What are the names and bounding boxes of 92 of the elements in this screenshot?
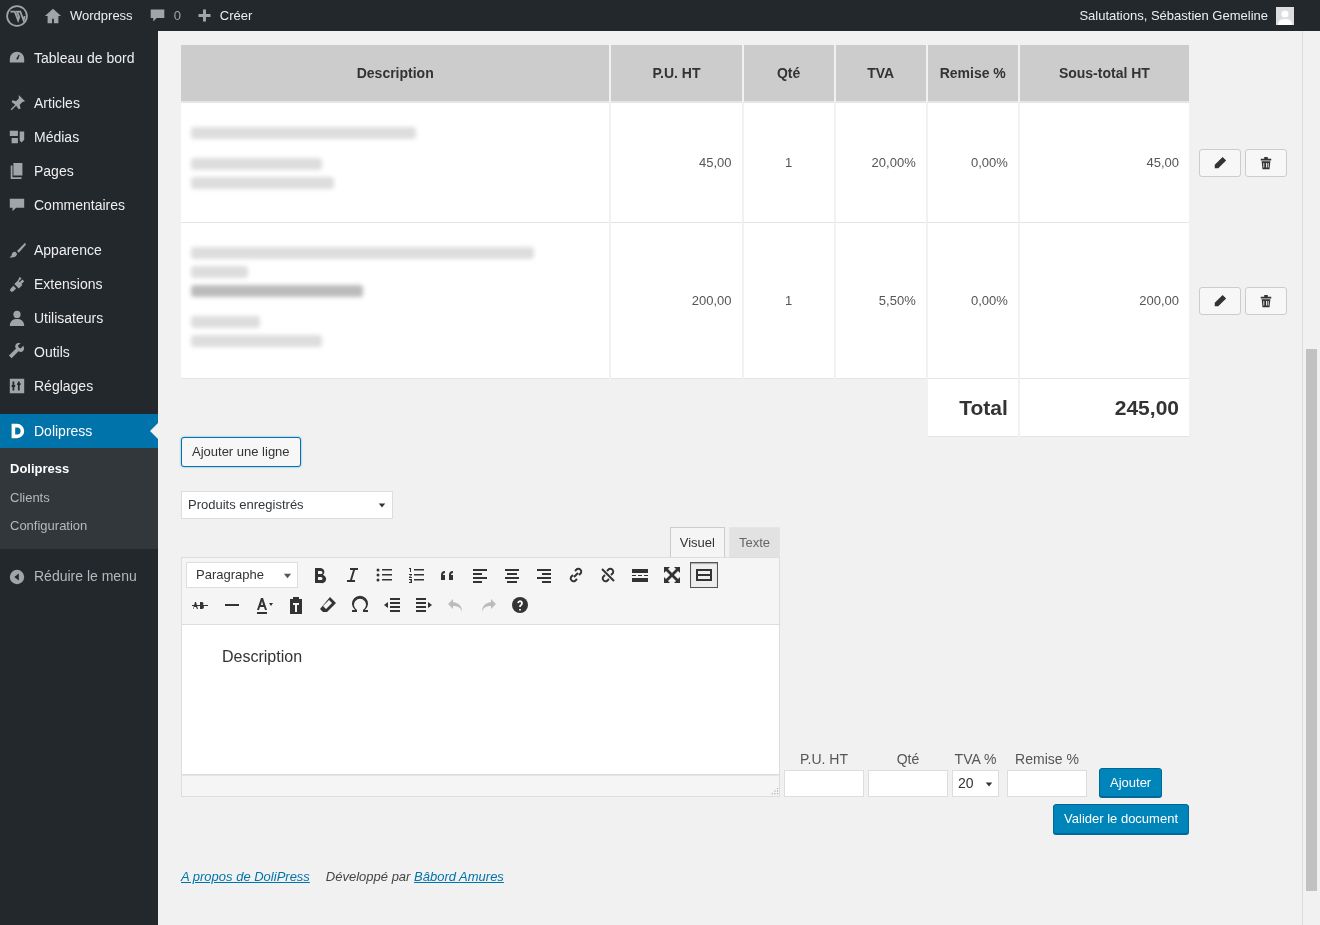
column-header: TVA [835,45,926,103]
about-link[interactable]: A propos de DoliPress [181,866,310,886]
site-name-link[interactable]: Wordpress [70,5,133,26]
numbered-list-icon [406,565,426,585]
input-field[interactable] [784,770,864,797]
trash-icon [1259,294,1273,308]
sidebar-item[interactable]: Réglages [0,369,158,403]
pencil-icon [1213,294,1227,308]
delete-button[interactable] [1245,287,1287,315]
table-cell: 1 [743,223,834,379]
author-link[interactable]: Bâbord Amures [414,868,504,884]
submenu-item[interactable]: Clients [0,483,158,512]
wordpress-logo-icon [6,4,28,27]
paintbrush-icon [8,241,26,259]
dropdown-caret-icon [378,500,386,509]
help-icon [510,595,530,615]
field-label: Remise % [1014,750,1080,769]
plug-icon [8,275,26,293]
table-cell: 45,00 [1019,103,1189,223]
credit-text: Développé par Bâbord Amures [325,867,504,886]
add-button[interactable]: Ajouter [1099,767,1163,797]
dropdown-caret-icon [985,779,993,788]
table-cell: 200,00 [1019,223,1189,379]
vat-select[interactable]: 20 [952,770,999,797]
text-color-icon [254,595,274,615]
user-greeting[interactable]: Salutations, Sébastien Gemeline [1079,5,1268,26]
table-cell: 1 [743,103,834,223]
table-cell: 200,00 [611,223,742,379]
blurred-text [191,316,261,328]
field-label: P.U. HT [799,750,849,769]
column-header: Description [181,45,610,103]
edit-button[interactable] [1199,287,1241,315]
outdent-icon [382,595,402,615]
column-header: Sous-total HT [1019,45,1189,103]
table-cell: 5,50% [835,223,926,379]
column-header: Remise % [927,45,1018,103]
total-amount: 245,00 [1019,379,1189,437]
table-cell: 0,00% [927,223,1018,379]
add-line-button[interactable]: Ajouter une ligne [181,437,301,467]
comment-icon [148,7,166,24]
pushpin-icon [8,94,26,112]
trash-icon [1259,156,1273,170]
table-cell: 0,00% [927,103,1018,223]
resize-handle-icon [770,787,779,796]
avatar-icon [1276,6,1294,25]
table-cell: 20,00% [835,103,926,223]
collapse-menu-button[interactable]: Réduire le menu [0,559,158,594]
delete-button[interactable] [1245,149,1287,177]
sidebar-item[interactable]: Articles [0,86,158,120]
media-icon [8,128,26,146]
edit-button[interactable] [1199,149,1241,177]
field-label: Qté [895,750,921,769]
editor-content[interactable]: Description [181,625,780,775]
toolbar-button[interactable] [690,562,718,588]
comment-count[interactable]: 0 [173,5,181,26]
user-icon [8,309,26,327]
editor-tab[interactable]: Visuel [669,526,725,557]
wrench-icon [8,343,26,361]
sidebar-item[interactable]: Dolipress [0,414,158,448]
submenu-item[interactable]: Configuration [0,512,158,541]
table-cell: 45,00 [611,103,742,223]
field-label: TVA % [953,750,998,769]
sidebar-item[interactable]: Outils [0,335,158,369]
new-content-link[interactable]: Créer [219,5,253,26]
input-field[interactable] [1007,770,1087,797]
sidebar-item[interactable]: Extensions [0,267,158,301]
plus-icon [196,8,212,23]
blurred-text [191,266,249,278]
total-label: Total [927,379,1018,437]
sidebar-item[interactable]: Tableau de bord [0,41,158,75]
format-select[interactable]: Paragraphe [186,562,298,588]
validate-button[interactable]: Valider le document [1053,804,1189,834]
editor-tab[interactable]: Texte [728,526,780,557]
home-icon [44,6,62,25]
pencil-icon [1213,156,1227,170]
sidebar-item[interactable]: Utilisateurs [0,301,158,335]
product-select[interactable]: Produits enregistrés [181,490,393,519]
sidebar-item[interactable]: Pages [0,154,158,188]
omega-icon [350,595,370,615]
sidebar-item[interactable]: Apparence [0,233,158,267]
sidebar-item[interactable]: Commentaires [0,188,158,222]
sidebar-item[interactable]: Médias [0,120,158,154]
eraser-icon [318,595,338,615]
sliders-icon [8,377,26,395]
fullscreen-icon [662,565,682,585]
submenu-item[interactable]: Dolipress [0,455,158,484]
horizontal-line-icon [225,604,239,606]
input-field[interactable] [868,770,948,797]
column-header: Qté [743,45,834,103]
indent-icon [414,595,434,615]
scrollbar-thumb[interactable] [1306,349,1317,891]
column-header: P.U. HT [611,45,742,103]
